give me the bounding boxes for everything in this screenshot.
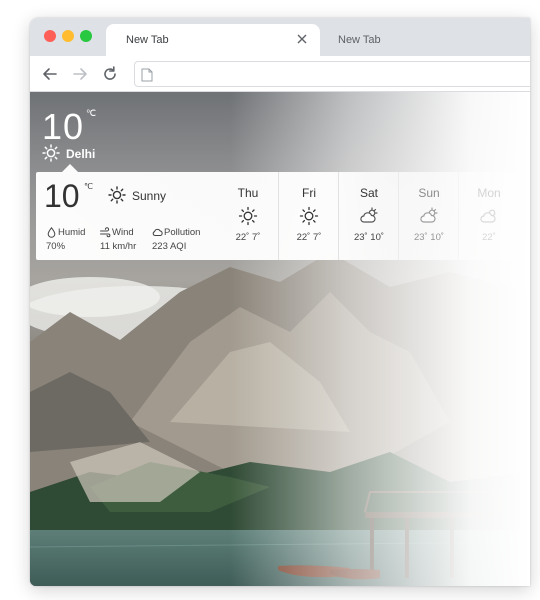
forecast-day-name: Mon [477,186,501,200]
tab-new-tab-active[interactable]: New Tab [106,24,320,56]
pollution-label: Pollution [164,227,201,238]
forecast-temps: 22˚ 7˚ [296,232,322,243]
forecast-day-mon[interactable]: Mon 22˚ [458,172,518,260]
forecast-day-name: Thu [237,186,259,200]
forecast-day-thu[interactable]: Thu 22˚ 7˚ [218,172,278,260]
pollution-value: 223 AQI [152,241,187,252]
tab-title: New Tab [338,34,381,46]
humidity-value: 70% [46,241,66,252]
sun-icon [108,186,126,204]
sun-icon [299,206,319,226]
city-name[interactable]: Delhi [66,147,95,161]
partly-cloudy-icon [420,207,438,223]
current-condition: Sunny [132,189,167,203]
forecast-day-name: Fri [302,186,316,200]
forecast-temps: 23˚ 10˚ [353,232,385,243]
tab-new-tab-inactive[interactable]: New Tab [324,24,524,56]
forecast-temps: 22˚ [482,232,496,243]
wind-icon [100,227,111,238]
header-temperature: 10 [42,106,85,147]
humidity-label: Humid [58,227,86,238]
tab-strip: New Tab New Tab [30,18,530,56]
forecast-temps: 23˚ 10˚ [413,232,445,243]
forecast-temps: 22˚ 7˚ [235,232,261,243]
forecast-day-sun[interactable]: Sun 23˚ 10˚ [398,172,458,260]
tab-title: New Tab [126,34,169,46]
close-icon[interactable] [294,31,310,47]
sun-icon [238,206,258,226]
sun-icon [42,144,60,162]
browser-toolbar [30,56,530,92]
wind-value: 11 km/hr [100,241,137,252]
cloud-outline-icon [152,228,163,236]
back-arrow-icon[interactable] [40,64,60,84]
partly-cloudy-icon [480,209,496,223]
header-temperature-unit: ℃ [86,108,97,118]
reload-icon[interactable] [100,64,120,84]
new-tab-page: 10 ℃ Delhi 10 ℃ Sunny Humid 70% Wind 11 … [30,92,530,586]
address-bar[interactable] [134,61,530,87]
fade-overlay [230,92,530,586]
minimize-window-button[interactable] [62,30,74,42]
partly-cloudy-icon [360,207,378,223]
browser-window: New Tab New Tab 10 ℃ Delhi 10 ℃ Sunny Hu… [30,18,530,586]
forward-arrow-icon[interactable] [70,64,90,84]
forecast-day-name: Sat [359,186,378,200]
wind-label: Wind [112,227,134,238]
maximize-window-button[interactable] [80,30,92,42]
current-temperature-unit: ℃ [84,182,93,191]
close-window-button[interactable] [44,30,56,42]
forecast-day-fri[interactable]: Fri 22˚ 7˚ [278,172,338,260]
page-icon [141,68,153,82]
forecast-strip: Thu 22˚ 7˚ Fri 22˚ 7˚ Sat 23˚ 10˚ Sun 23… [218,172,530,260]
current-temperature: 10 [44,178,80,214]
panel-pointer [62,164,78,172]
forecast-day-sat[interactable]: Sat 23˚ 10˚ [338,172,398,260]
forecast-day-name: Sun [418,186,440,200]
weather-panel: 10 ℃ Sunny Humid 70% Wind 11 km/hr Pollu… [36,172,530,260]
droplet-icon [47,227,56,238]
